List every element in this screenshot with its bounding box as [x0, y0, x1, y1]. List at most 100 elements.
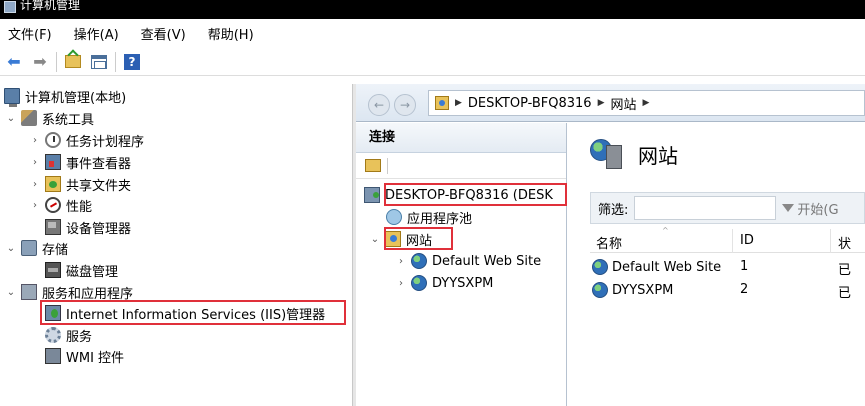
- column-header-status[interactable]: 状: [838, 233, 851, 252]
- chevron-down-icon[interactable]: ⌄: [370, 234, 380, 245]
- table-row[interactable]: Default Web Site 1 已: [590, 257, 865, 279]
- breadcrumb-arrow-icon[interactable]: ▶: [598, 98, 605, 108]
- tree-item-task-scheduler[interactable]: › 任务计划程序: [30, 130, 144, 150]
- iis-back-button[interactable]: ←: [368, 94, 390, 116]
- table-row[interactable]: DYYSXPM 2 已: [590, 280, 865, 302]
- help-button[interactable]: ?: [122, 52, 142, 72]
- menu-view[interactable]: 查看(V): [139, 24, 188, 43]
- tree-item-system-tools[interactable]: ⌄ 系统工具: [6, 108, 94, 128]
- breadcrumb-arrow-icon[interactable]: ▶: [455, 98, 462, 108]
- window-title: 计算机管理: [20, 0, 81, 12]
- back-arrow-icon[interactable]: ⬅: [4, 52, 24, 72]
- tree-root-label: 计算机管理(本地): [25, 90, 127, 106]
- performance-icon: [45, 197, 61, 213]
- console-tree-icon: [91, 54, 107, 69]
- tree-item-performance[interactable]: › 性能: [30, 195, 92, 215]
- menu-file[interactable]: 文件(F): [6, 24, 54, 43]
- wmi-icon: [45, 348, 61, 364]
- funnel-icon: [782, 204, 795, 212]
- tree-item-label: WMI 控件: [66, 350, 125, 366]
- breadcrumb: ▶ DESKTOP-BFQ8316 ▶ 网站 ▶: [428, 90, 865, 116]
- chevron-right-icon[interactable]: ›: [30, 135, 40, 146]
- page-title-text: 网站: [638, 143, 678, 168]
- site-name: Default Web Site: [612, 259, 722, 275]
- globe-icon: [592, 282, 608, 298]
- filter-bar: 筛选: 开始(G: [590, 192, 865, 224]
- start-filter-label: 开始(G: [797, 202, 839, 218]
- column-header-name[interactable]: 名称: [596, 233, 622, 252]
- tree-item-label: 事件查看器: [66, 156, 132, 172]
- expand-icon[interactable]: ›: [396, 256, 406, 267]
- address-bar: ← → ▶ DESKTOP-BFQ8316 ▶ 网站 ▶: [356, 84, 865, 122]
- help-icon: ?: [124, 53, 140, 70]
- conn-tree-site-default[interactable]: › Default Web Site: [396, 251, 541, 271]
- column-header-id[interactable]: ID: [740, 233, 754, 248]
- highlight-box-server: [384, 183, 567, 206]
- connect-icon[interactable]: [365, 159, 381, 172]
- event-viewer-icon: [45, 154, 61, 170]
- tree-item-device-manager[interactable]: 设备管理器: [30, 217, 131, 237]
- device-manager-icon: [45, 219, 61, 235]
- iis-manager-pane: ← → ▶ DESKTOP-BFQ8316 ▶ 网站 ▶ 连接 DESKTOP-…: [356, 84, 865, 406]
- chevron-down-icon[interactable]: ⌄: [6, 287, 16, 298]
- tree-root[interactable]: 计算机管理(本地): [4, 86, 127, 107]
- toolbar-separator: [387, 157, 388, 174]
- tree-item-wmi[interactable]: WMI 控件: [30, 346, 124, 366]
- chevron-down-icon[interactable]: ⌄: [6, 243, 16, 254]
- console-tree: 计算机管理(本地) ⌄ 系统工具 › 任务计划程序 › 事件查看器 › 共享文件…: [0, 84, 352, 406]
- site-status: 已: [838, 286, 852, 301]
- tree-item-disk-management[interactable]: 磁盘管理: [30, 260, 118, 280]
- tree-item-label: 共享文件夹: [66, 178, 132, 194]
- menu-help[interactable]: 帮助(H): [206, 24, 256, 43]
- toolbar: ⬅ ➡ ?: [0, 48, 865, 76]
- site-folder-icon: [435, 96, 449, 110]
- sites-globe-server-icon: [590, 137, 624, 171]
- forward-arrow-icon[interactable]: ➡: [30, 52, 50, 72]
- connections-toolbar: [356, 153, 566, 179]
- server-icon: [364, 187, 380, 203]
- menu-bar: 文件(F) 操作(A) 查看(V) 帮助(H): [0, 21, 865, 45]
- clock-icon: [45, 132, 61, 148]
- computer-icon: [4, 88, 20, 107]
- breadcrumb-sites[interactable]: 网站: [611, 94, 637, 113]
- sites-list-header: 名称 ^ ID 状: [590, 226, 865, 253]
- tree-item-label: 设备管理器: [66, 221, 132, 237]
- tree-item-label: 任务计划程序: [66, 134, 145, 150]
- services-applications-icon: [21, 284, 37, 300]
- connections-header: 连接: [356, 123, 566, 153]
- expand-icon[interactable]: ›: [396, 278, 406, 289]
- chevron-right-icon[interactable]: ›: [30, 200, 40, 211]
- breadcrumb-server[interactable]: DESKTOP-BFQ8316: [468, 96, 592, 111]
- highlight-box-sites: [384, 227, 453, 250]
- menu-action[interactable]: 操作(A): [72, 24, 121, 43]
- site-id: 2: [740, 282, 749, 297]
- tree-item-label: 服务: [66, 329, 93, 345]
- tree-item-shared-folders[interactable]: › 共享文件夹: [30, 174, 131, 194]
- filter-label: 筛选:: [598, 202, 629, 218]
- show-hide-console-tree-button[interactable]: [89, 52, 109, 72]
- tree-item-event-viewer[interactable]: › 事件查看器: [30, 152, 131, 172]
- storage-icon: [21, 240, 37, 256]
- highlight-box-iis: [40, 300, 346, 325]
- gear-icon: [45, 327, 61, 343]
- site-name: DYYSXPM: [612, 282, 674, 298]
- tree-item-services-applications[interactable]: ⌄ 服务和应用程序: [6, 282, 133, 302]
- chevron-down-icon[interactable]: ⌄: [6, 113, 16, 124]
- chevron-right-icon[interactable]: ›: [30, 179, 40, 190]
- folder-up-button[interactable]: [63, 52, 83, 72]
- chevron-right-icon[interactable]: ›: [30, 157, 40, 168]
- tree-item-label: 服务和应用程序: [42, 286, 134, 302]
- globe-icon: [411, 275, 427, 291]
- conn-tree-site-dyysxpm[interactable]: › DYYSXPM: [396, 273, 493, 293]
- tree-item-services[interactable]: 服务: [30, 325, 92, 345]
- breadcrumb-arrow-icon[interactable]: ▶: [643, 98, 650, 108]
- tree-item-storage[interactable]: ⌄ 存储: [6, 238, 68, 258]
- iis-forward-button[interactable]: →: [394, 94, 416, 116]
- disk-icon: [45, 262, 61, 278]
- toolbar-separator-2: [115, 51, 116, 72]
- start-filter-button[interactable]: 开始(G: [782, 199, 839, 218]
- conn-tree-app-pools[interactable]: 应用程序池: [386, 207, 472, 227]
- conn-site-label: Default Web Site: [432, 253, 542, 269]
- window-titlebar: 计算机管理: [0, 0, 865, 19]
- filter-input[interactable]: [634, 196, 777, 220]
